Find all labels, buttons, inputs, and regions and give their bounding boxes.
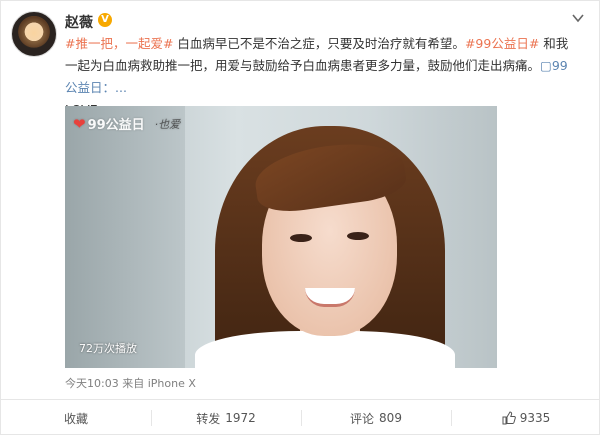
avatar[interactable] (11, 11, 57, 57)
post-time[interactable]: 今天10:03 (65, 377, 119, 390)
comment-label: 评论 (350, 411, 375, 426)
play-count: 72万次播放 (79, 342, 137, 355)
repost-button[interactable]: 转发 1972 (151, 400, 301, 436)
watermark-sub: ·也爱 (154, 117, 181, 131)
verified-badge-icon: V (98, 13, 112, 27)
thumbs-up-icon (502, 411, 516, 425)
watermark: ❤ 99公益日 ·也爱 (73, 114, 181, 134)
hashtag-link[interactable]: #推一把，一起爱# (65, 36, 173, 51)
repost-label: 转发 (196, 411, 221, 426)
comment-count: 809 (379, 411, 402, 425)
favorite-button[interactable]: 收藏 (1, 400, 151, 436)
post-text-segment: 白血病早已不是不治之症，只要及时治疗就有希望。 (173, 36, 465, 51)
username[interactable]: 赵薇 (65, 12, 93, 32)
video-player[interactable]: ❤ 99公益日 ·也爱 72万次播放 (65, 106, 497, 368)
hashtag-link[interactable]: #99公益日# (465, 36, 539, 51)
favorite-label: 收藏 (63, 411, 88, 426)
device-name: iPhone X (147, 377, 196, 390)
weibo-post-card: 赵薇 V #推一把，一起爱# 白血病早已不是不治之症，只要及时治疗就有希望。#9… (0, 0, 600, 435)
comment-button[interactable]: 评论 809 (301, 400, 451, 436)
link-icon: ▢ (540, 58, 552, 73)
heart-logo-icon: ❤ (73, 114, 86, 133)
chevron-down-icon[interactable] (571, 11, 585, 25)
like-count: 9335 (519, 411, 551, 425)
action-bar: 收藏 转发 1972 评论 809 9335 (1, 399, 600, 436)
watermark-logo: 99公益日 (87, 118, 145, 133)
from-label: 来自 (118, 377, 148, 390)
post-meta: 今天10:03 来自 iPhone X (65, 375, 196, 391)
like-button[interactable]: 9335 (451, 400, 600, 436)
repost-count: 1972 (225, 411, 256, 425)
